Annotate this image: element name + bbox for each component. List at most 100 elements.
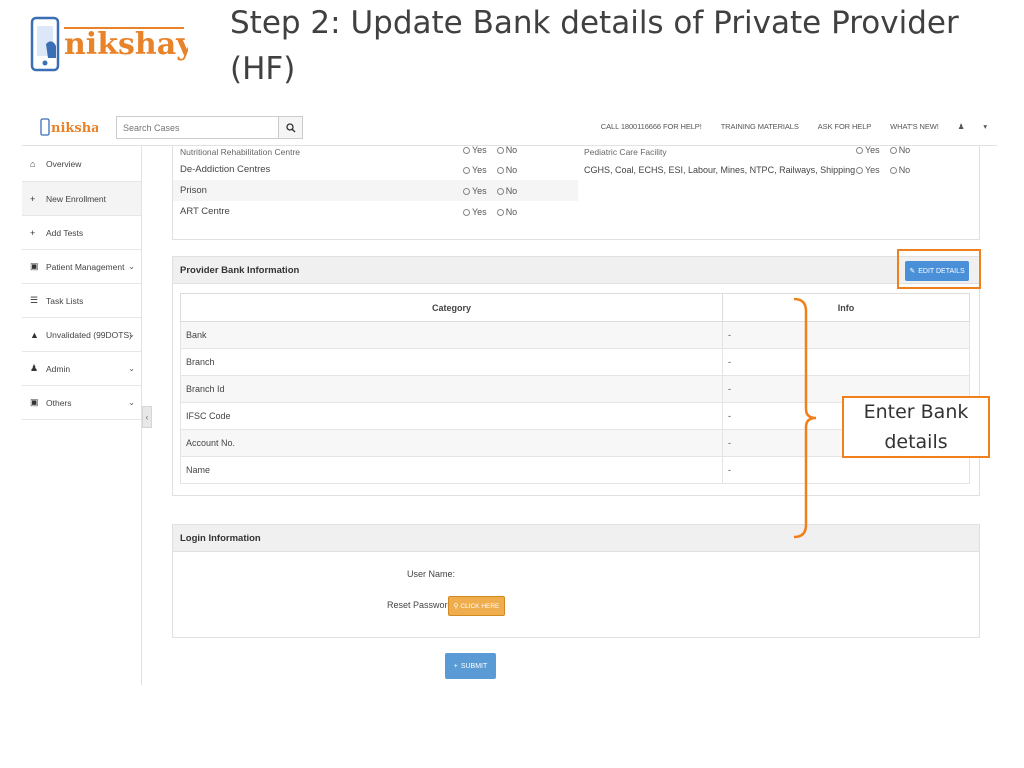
sidebar-item-label: Admin: [46, 363, 71, 374]
yes-radio[interactable]: Yes: [856, 165, 880, 175]
plus-icon: +: [30, 193, 36, 204]
table-cell: -: [722, 456, 970, 484]
yes-radio[interactable]: Yes: [463, 207, 487, 217]
facility-label: Nutritional Rehabilitation Centre: [180, 146, 301, 157]
table-row: Bank -: [180, 321, 970, 349]
facility-options: Yes No: [463, 207, 517, 217]
chevron-left-icon: ‹: [145, 412, 149, 422]
no-radio[interactable]: No: [889, 145, 910, 155]
no-radio[interactable]: No: [496, 207, 517, 217]
home-icon: ⌂: [30, 158, 36, 169]
yes-radio[interactable]: Yes: [463, 165, 487, 175]
edit-details-highlight: [897, 249, 981, 289]
list-icon: ☰: [30, 295, 39, 305]
table-row: Name -: [180, 456, 970, 484]
username-label: User Name:: [406, 569, 455, 579]
plus-icon: +: [30, 227, 36, 238]
facility-options: Yes No: [856, 145, 910, 155]
facility-options: Yes No: [463, 145, 517, 155]
table-cell: Name: [180, 456, 723, 484]
no-radio[interactable]: No: [496, 186, 517, 196]
sidebar-item-label: New Enrollment: [46, 193, 106, 204]
sidebar-collapse-toggle[interactable]: ‹: [142, 406, 152, 428]
no-radio[interactable]: No: [889, 165, 910, 175]
sidebar-item-label: Others: [46, 397, 72, 408]
section-title: Provider Bank Information: [180, 264, 300, 276]
briefcase-icon: ▣: [30, 397, 39, 407]
user-icon[interactable]: ♟: [958, 122, 965, 131]
plus-icon: +: [453, 662, 458, 670]
no-radio[interactable]: No: [496, 145, 517, 155]
sidebar-item-patient-management[interactable]: ▣ Patient Management ⌄: [22, 250, 141, 284]
bank-section-header: Provider Bank Information: [172, 256, 980, 284]
table-cell: -: [722, 348, 970, 376]
svg-text:nikshay: nikshay: [64, 27, 188, 62]
facility-row: CGHS, Coal, ECHS, ESI, Labour, Mines, NT…: [584, 159, 974, 180]
search-icon: [285, 122, 295, 132]
submit-button[interactable]: + SUBMIT: [445, 653, 496, 679]
column-header-category: Category: [180, 293, 723, 322]
search-input[interactable]: [117, 117, 277, 138]
chevron-down-icon: ⌄: [128, 364, 135, 373]
user-icon: ♟: [30, 363, 39, 373]
top-nav: CALL 1800116666 FOR HELP! TRAINING MATER…: [601, 122, 987, 131]
login-section-body: [172, 552, 980, 638]
reset-password-button[interactable]: ⚲ CLICK HERE: [448, 596, 505, 616]
section-title: Login Information: [180, 532, 261, 544]
yes-radio[interactable]: Yes: [856, 145, 880, 155]
table-cell: IFSC Code: [180, 402, 723, 430]
table-cell: Bank: [180, 321, 723, 349]
yes-radio[interactable]: Yes: [463, 186, 487, 196]
table-cell: -: [722, 321, 970, 349]
sidebar-item-admin[interactable]: ♟ Admin ⌄: [22, 352, 141, 386]
facility-label: Prison: [180, 185, 207, 196]
caret-down-icon[interactable]: ▾: [983, 122, 987, 131]
sidebar-item-unvalidated[interactable]: ▲ Unvalidated (99DOTS) ⌄: [22, 318, 141, 352]
table-cell: Account No.: [180, 429, 723, 457]
key-icon: ⚲: [453, 603, 459, 610]
login-section-header: Login Information: [172, 524, 980, 552]
nav-whats-new[interactable]: WHAT'S NEW!: [890, 122, 939, 131]
table-cell: Branch: [180, 348, 723, 376]
sidebar-item-task-lists[interactable]: ☰ Task Lists: [22, 284, 141, 318]
svg-text:nikshay: nikshay: [51, 121, 98, 136]
table-cell: Branch Id: [180, 375, 723, 403]
sidebar-item-overview[interactable]: ⌂ Overview: [22, 146, 141, 182]
facility-row: ART Centre Yes No: [173, 201, 578, 222]
click-here-label: CLICK HERE: [460, 602, 500, 610]
nav-call-help[interactable]: CALL 1800116666 FOR HELP!: [601, 122, 702, 131]
table-header-row: Category Info: [180, 293, 970, 322]
yes-radio[interactable]: Yes: [463, 145, 487, 155]
sidebar-item-add-tests[interactable]: + Add Tests: [22, 216, 141, 250]
warning-icon: ▲: [30, 329, 39, 340]
annotation-bracket: [793, 297, 817, 539]
chevron-down-icon: ⌄: [128, 262, 135, 271]
sidebar-item-others[interactable]: ▣ Others ⌄: [22, 386, 141, 420]
nikshay-logo: nikshay: [28, 14, 195, 76]
search-box: [116, 116, 303, 139]
sidebar-item-new-enrollment[interactable]: + New Enrollment: [22, 182, 141, 216]
nav-training-materials[interactable]: TRAINING MATERIALS: [721, 122, 799, 131]
search-button[interactable]: [278, 117, 302, 138]
submit-label: SUBMIT: [460, 662, 488, 670]
facility-type-panel: Nutritional Rehabilitation Centre Yes No…: [172, 145, 980, 240]
chevron-down-icon: ⌄: [128, 398, 135, 407]
facility-label: Pediatric Care Facility: [584, 146, 667, 157]
sidebar: ⌂ Overview + New Enrollment + Add Tests …: [22, 146, 142, 685]
sidebar-item-label: Task Lists: [46, 295, 84, 306]
sidebar-item-label: Overview: [46, 158, 82, 169]
nav-ask-for-help[interactable]: ASK FOR HELP: [818, 122, 872, 131]
sidebar-item-label: Add Tests: [46, 227, 84, 238]
facility-row: Prison Yes No: [173, 180, 578, 201]
facility-row: De-Addiction Centres Yes No: [173, 159, 578, 180]
facility-options: Yes No: [856, 165, 910, 175]
callout-text: Enter Bank details: [863, 401, 969, 453]
no-radio[interactable]: No: [496, 165, 517, 175]
facility-label: De-Addiction Centres: [180, 164, 271, 175]
slide-title: Step 2: Update Bank details of Private P…: [230, 5, 959, 87]
table-row: Branch -: [180, 348, 970, 376]
facility-options: Yes No: [463, 186, 517, 196]
app-logo[interactable]: nikshay: [40, 116, 108, 138]
briefcase-icon: ▣: [30, 261, 39, 271]
column-header-info: Info: [722, 293, 970, 322]
